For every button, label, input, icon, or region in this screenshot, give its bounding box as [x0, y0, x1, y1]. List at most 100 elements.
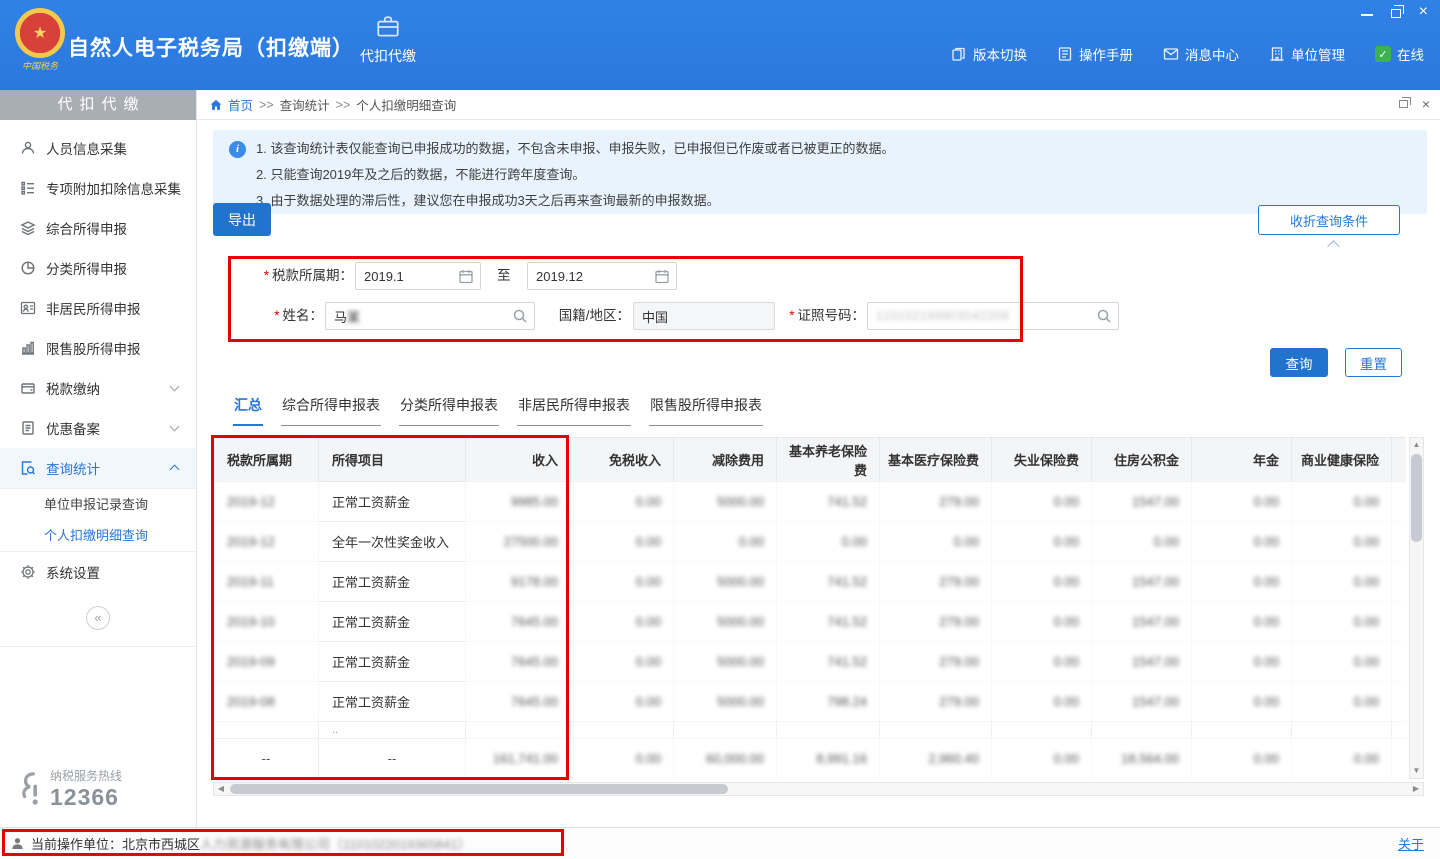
sidebar-item-personal-withholding-detail-query[interactable]: 个人扣缴明细查询	[0, 520, 196, 551]
sidebar-item-nonresident-income-declaration[interactable]: 非居民所得申报	[0, 288, 196, 328]
panel-close-icon[interactable]: ×	[1422, 98, 1430, 110]
sidebar-item-special-deduction-collection[interactable]: 专项附加扣除信息采集	[0, 168, 196, 208]
sidebar-item-restricted-stock-declaration[interactable]: 限售股所得申报	[0, 328, 196, 368]
scroll-down-icon[interactable]: ▼	[1410, 764, 1423, 778]
chevron-up-icon	[170, 465, 180, 475]
close-icon[interactable]: ×	[1419, 5, 1428, 19]
minimize-icon[interactable]	[1361, 8, 1373, 16]
breadcrumb-home[interactable]: 首页	[228, 95, 253, 114]
name-label: *姓名：	[245, 302, 323, 330]
collapse-query-button[interactable]: 收折查询条件	[1258, 205, 1400, 235]
table-cell: 0.00	[992, 602, 1092, 642]
table-cell	[1392, 682, 1407, 722]
mail-icon	[1163, 46, 1179, 62]
search-icon[interactable]	[1096, 308, 1112, 324]
calendar-icon[interactable]	[654, 268, 670, 284]
sidebar-collapse-button[interactable]: «	[86, 606, 110, 630]
sidebar-item-system-settings[interactable]: 系统设置	[0, 552, 196, 592]
query-button[interactable]: 查询	[1270, 348, 1328, 377]
table-cell	[674, 722, 777, 739]
caret-up-icon	[1327, 240, 1340, 253]
tab-classified-income[interactable]: 分类所得申报表	[399, 395, 499, 426]
sidebar-item-preferential-filing[interactable]: 优惠备案	[0, 408, 196, 448]
table-cell	[1392, 722, 1407, 739]
id-number-field[interactable]: 110102199903042208	[867, 302, 1119, 330]
table-cell: 1547.00	[1092, 682, 1192, 722]
sidebar-item-query-statistics[interactable]: 查询统计	[0, 448, 196, 488]
notice-line-3: 3. 由于数据处理的滞后性，建议您在申报成功3天之后再来查询最新的申报数据。	[256, 188, 894, 214]
sidebar-item-classified-income-declaration[interactable]: 分类所得申报	[0, 248, 196, 288]
table-row: 2019-12正常工资薪金9985.000.005000.00741.52279…	[214, 482, 1407, 522]
scroll-left-icon[interactable]: ◀	[214, 783, 228, 795]
table-cell: 正常工资薪金	[319, 482, 466, 522]
breadcrumb-level1[interactable]: 查询统计	[280, 95, 330, 114]
id-card-icon	[20, 300, 36, 316]
notice-line-2: 2. 只能查询2019年及之后的数据，不能进行跨年度查询。	[256, 162, 894, 188]
tab-restricted-stock[interactable]: 限售股所得申报表	[649, 395, 763, 426]
restore-icon[interactable]	[1391, 9, 1401, 18]
nav-manual[interactable]: 操作手册	[1057, 44, 1133, 64]
sidebar-item-comprehensive-income-declaration[interactable]: 综合所得申报	[0, 208, 196, 248]
nationality-value: 中国	[642, 307, 668, 326]
horizontal-scrollbar[interactable]: ◀ ▶	[213, 782, 1424, 796]
table-cell	[571, 722, 674, 739]
table-cell: 0.00	[1292, 739, 1392, 779]
scroll-up-icon[interactable]: ▲	[1410, 438, 1423, 452]
sidebar-item-tax-payment[interactable]: 税款缴纳	[0, 368, 196, 408]
app-window: × ★ 中国税务 自然人电子税务局（扣缴端） 代扣代缴	[0, 0, 1440, 859]
column-header: 失业保险费	[992, 438, 1092, 482]
tax-period-start-input[interactable]	[364, 269, 454, 284]
vertical-scroll-thumb[interactable]	[1411, 454, 1422, 542]
table-cell: 正常工资薪金	[319, 642, 466, 682]
table-cell: 5000.00	[674, 642, 777, 682]
table-cell: 5000.00	[674, 602, 777, 642]
table-row: 2019-11正常工资薪金9178.000.005000.00741.52279…	[214, 562, 1407, 602]
column-header: 住房公积金	[1092, 438, 1192, 482]
table-cell	[214, 722, 319, 739]
tax-period-end-field[interactable]	[527, 262, 677, 290]
chevron-down-icon	[170, 382, 180, 392]
tax-period-start-field[interactable]	[355, 262, 481, 290]
user-icon	[10, 836, 25, 851]
current-unit-value-blurred: 人力资源服务有限公司（1101022019365841）	[200, 834, 471, 853]
search-icon[interactable]	[512, 308, 528, 324]
vertical-scrollbar[interactable]: ▲ ▼	[1409, 437, 1424, 779]
breadcrumb: 首页 >> 查询统计 >> 个人扣缴明细查询 ×	[197, 90, 1440, 120]
name-value: 马	[334, 307, 347, 326]
nav-unit-management[interactable]: 单位管理	[1269, 44, 1345, 64]
id-number-label: *证照号码：	[783, 302, 865, 330]
table-cell: 279.00	[880, 602, 992, 642]
about-link[interactable]: 关于	[1398, 834, 1424, 853]
name-field[interactable]: 马 某	[325, 302, 535, 330]
table-cell: 2019-12	[214, 522, 319, 562]
table-cell: 18,564.00	[1092, 739, 1192, 779]
panel-restore-icon[interactable]	[1399, 100, 1408, 108]
reset-button[interactable]: 重置	[1345, 348, 1402, 377]
table-cell: 0.00	[1292, 642, 1392, 682]
column-header: 减除费用	[674, 438, 777, 482]
person-icon	[20, 140, 36, 156]
detail-table-container: 税款所属期所得项目收入免税收入减除费用基本养老保险费基本医疗保险费失业保险费住房…	[213, 437, 1406, 778]
tab-withholding-module[interactable]: 代扣代缴	[346, 14, 430, 66]
sidebar-item-unit-declaration-record-query[interactable]: 单位申报记录查询	[0, 489, 196, 520]
export-button[interactable]: 导出	[213, 203, 271, 236]
nav-message-center[interactable]: 消息中心	[1163, 44, 1239, 64]
nationality-field[interactable]: 中国	[633, 302, 775, 330]
calendar-icon[interactable]	[458, 268, 474, 284]
nav-version-switch[interactable]: 版本切换	[951, 44, 1027, 64]
tab-summary[interactable]: 汇总	[233, 395, 263, 426]
scroll-right-icon[interactable]: ▶	[1409, 783, 1423, 795]
table-cell: 0.00	[571, 642, 674, 682]
table-cell: 279.00	[880, 482, 992, 522]
tax-period-end-input[interactable]	[536, 269, 650, 284]
horizontal-scroll-thumb[interactable]	[230, 784, 728, 794]
tab-comprehensive-income[interactable]: 综合所得申报表	[281, 395, 381, 426]
table-cell: 741.52	[777, 482, 880, 522]
gear-icon	[20, 564, 36, 580]
table-cell: 741.52	[777, 642, 880, 682]
table-cell	[1392, 482, 1407, 522]
tab-nonresident-income[interactable]: 非居民所得申报表	[517, 395, 631, 426]
sidebar-item-personnel-info-collection[interactable]: 人员信息采集	[0, 128, 196, 168]
sidebar-header: 代扣代缴	[0, 90, 196, 120]
table-cell: 0.00	[1092, 522, 1192, 562]
